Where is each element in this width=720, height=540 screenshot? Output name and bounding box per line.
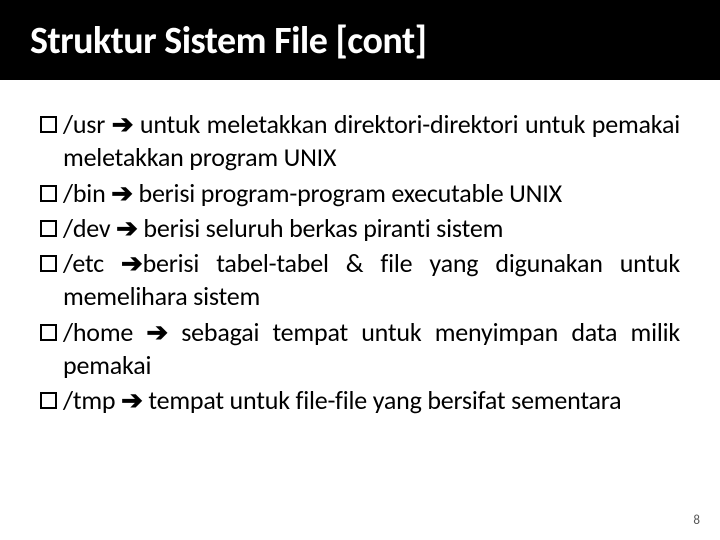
list-item: /tmp ➔ tempat untuk file-file yang bersi… bbox=[40, 384, 680, 417]
square-bullet-icon bbox=[40, 220, 57, 237]
list-item: /etc ➔berisi tabel-tabel & file yang dig… bbox=[40, 247, 680, 314]
bullet-desc: untuk meletakkan direktori-direktori unt… bbox=[63, 108, 680, 173]
bullet-text: /tmp ➔ tempat untuk file-file yang bersi… bbox=[63, 384, 680, 417]
path-label: /tmp bbox=[63, 384, 115, 416]
square-bullet-icon bbox=[40, 392, 57, 409]
square-bullet-icon bbox=[40, 116, 57, 133]
bullet-text: /etc ➔berisi tabel-tabel & file yang dig… bbox=[63, 247, 680, 314]
arrow-icon: ➔ bbox=[146, 316, 168, 348]
square-bullet-icon bbox=[40, 185, 57, 202]
arrow-icon: ➔ bbox=[111, 177, 133, 209]
path-label: /dev bbox=[63, 212, 110, 244]
list-item: /usr ➔ untuk meletakkan direktori-direkt… bbox=[40, 108, 680, 175]
list-item: /dev ➔ berisi seluruh berkas piranti sis… bbox=[40, 212, 680, 245]
path-label: /etc bbox=[63, 247, 104, 279]
list-item: /bin ➔ berisi program-program executable… bbox=[40, 177, 680, 210]
title-bar: Struktur Sistem File [cont] bbox=[0, 0, 720, 80]
bullet-desc: tempat untuk file-file yang bersifat sem… bbox=[143, 384, 622, 416]
arrow-icon: ➔ bbox=[112, 108, 134, 140]
arrow-icon: ➔ bbox=[121, 384, 143, 416]
arrow-icon: ➔ bbox=[116, 212, 138, 244]
slide-content: /usr ➔ untuk meletakkan direktori-direkt… bbox=[0, 80, 720, 417]
path-label: /home bbox=[63, 316, 133, 348]
slide-title: Struktur Sistem File [cont] bbox=[30, 18, 690, 64]
bullet-text: /dev ➔ berisi seluruh berkas piranti sis… bbox=[63, 212, 680, 245]
path-label: /bin bbox=[63, 177, 106, 209]
page-number: 8 bbox=[693, 513, 700, 528]
arrow-icon: ➔ bbox=[121, 247, 143, 279]
bullet-desc: berisi seluruh berkas piranti sistem bbox=[138, 212, 503, 244]
bullet-text: /home ➔ sebagai tempat untuk menyimpan d… bbox=[63, 316, 680, 383]
bullet-desc: berisi program-program executable UNIX bbox=[133, 177, 562, 209]
path-label: /usr bbox=[63, 108, 105, 140]
bullet-desc: berisi tabel-tabel & file yang digunakan… bbox=[63, 247, 680, 312]
bullet-text: /usr ➔ untuk meletakkan direktori-direkt… bbox=[63, 108, 680, 175]
bullet-text: /bin ➔ berisi program-program executable… bbox=[63, 177, 680, 210]
square-bullet-icon bbox=[40, 255, 57, 272]
square-bullet-icon bbox=[40, 324, 57, 341]
list-item: /home ➔ sebagai tempat untuk menyimpan d… bbox=[40, 316, 680, 383]
